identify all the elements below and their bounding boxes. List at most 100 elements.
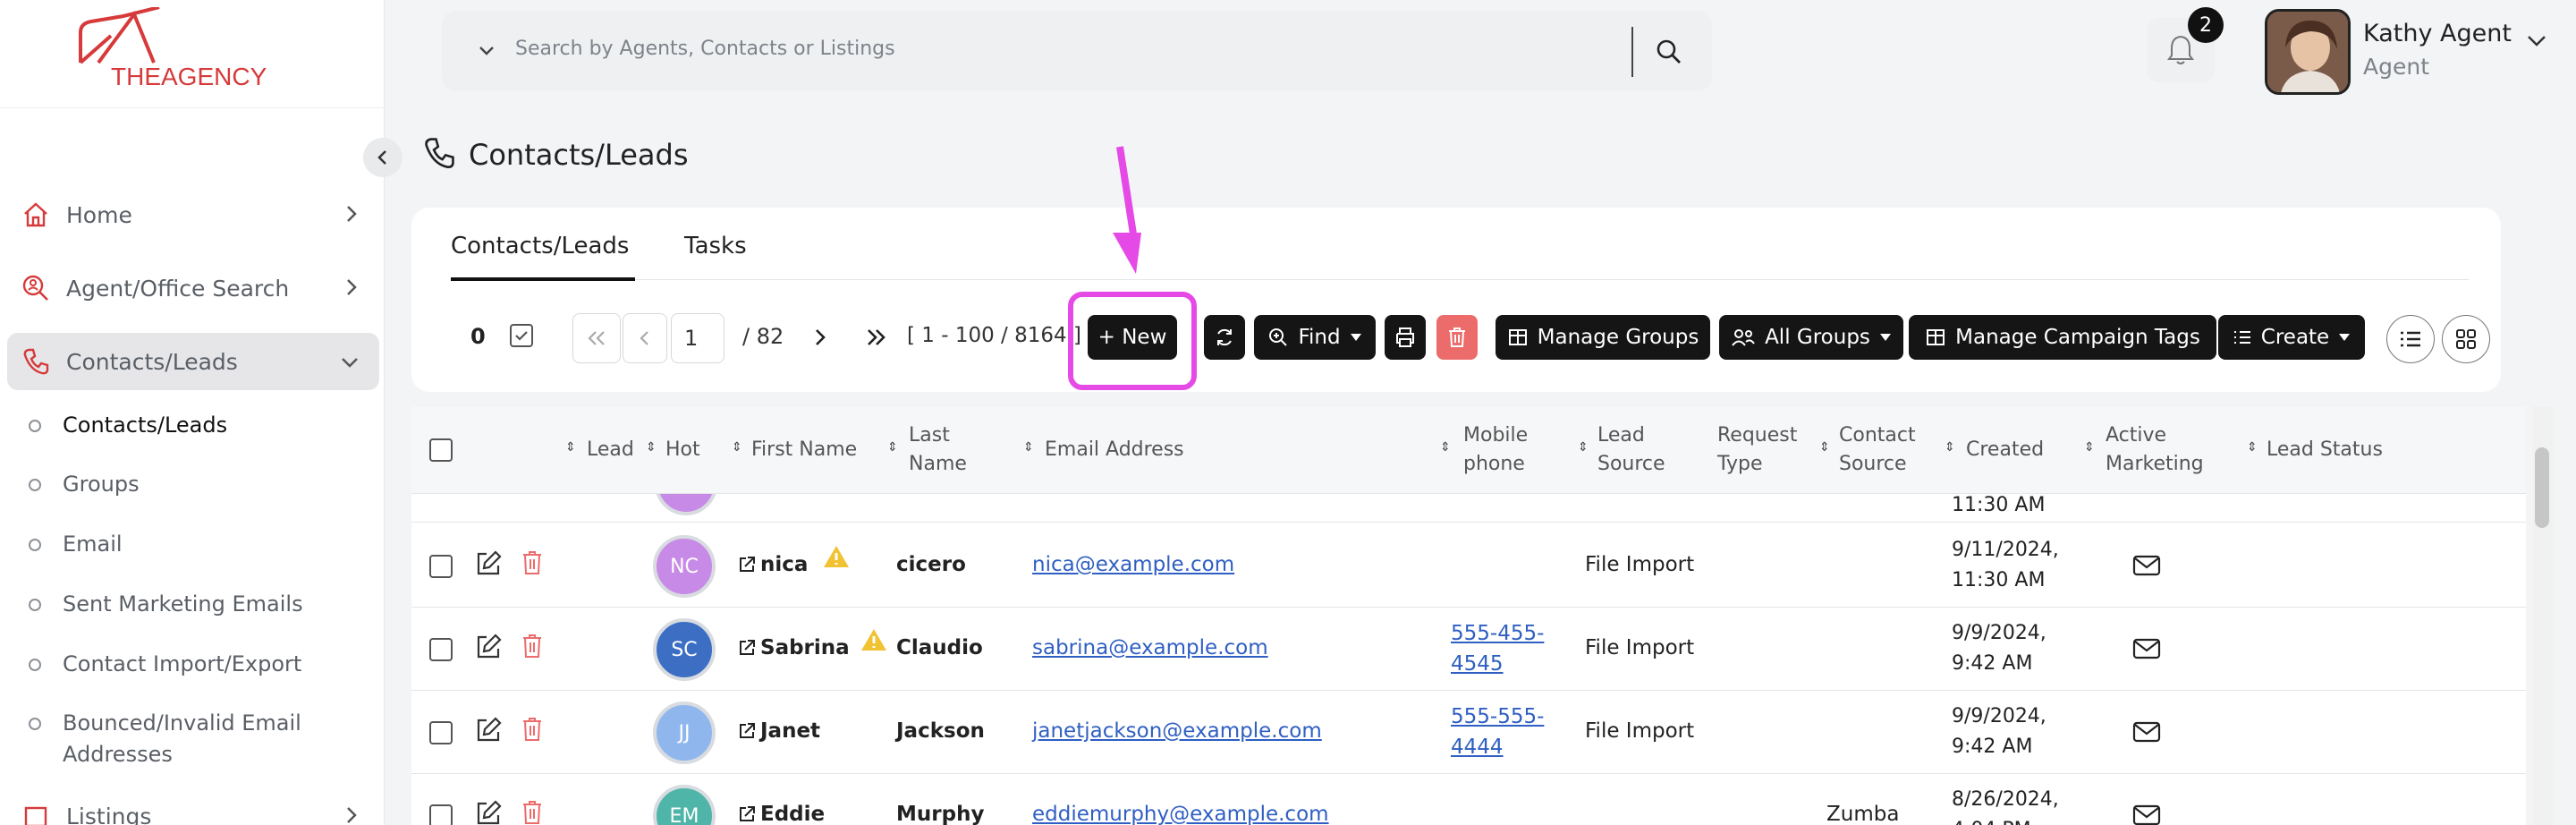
- last-page-icon[interactable]: [866, 327, 887, 347]
- envelope-icon[interactable]: [2132, 555, 2161, 576]
- column-lead-status[interactable]: Lead Status: [2267, 436, 2383, 464]
- contact-source-cell: Zumba: [1826, 803, 1900, 825]
- search-input[interactable]: Search by Agents, Contacts or Listings: [515, 38, 895, 60]
- edit-icon[interactable]: [474, 799, 503, 825]
- sort-icon[interactable]: ⇕: [565, 440, 576, 455]
- column-created[interactable]: Created: [1966, 436, 2044, 464]
- scrollbar-thumb[interactable]: [2535, 447, 2549, 528]
- table-row[interactable]: NC nica cicero nica@example.com File Imp…: [411, 524, 2526, 608]
- sort-icon[interactable]: ⇕: [1023, 440, 1034, 455]
- sidebar-item-listings[interactable]: Listings: [7, 787, 379, 825]
- subnav-contacts-leads[interactable]: Contacts/Leads: [29, 410, 227, 441]
- trash-icon[interactable]: [521, 633, 544, 659]
- phone-link[interactable]: 555-555- 4444: [1451, 702, 1544, 762]
- subnav-groups[interactable]: Groups: [29, 469, 140, 500]
- row-checkbox[interactable]: [429, 638, 453, 661]
- column-mobile-phone[interactable]: Mobile phone: [1463, 421, 1528, 479]
- envelope-icon[interactable]: [2132, 804, 2161, 825]
- trash-icon[interactable]: [521, 716, 544, 743]
- column-lead-source[interactable]: Lead Source: [1597, 421, 1665, 479]
- external-link-icon[interactable]: [737, 555, 757, 574]
- sort-icon[interactable]: ⇕: [646, 440, 657, 455]
- delete-button[interactable]: [1436, 315, 1478, 360]
- subnav-label: Groups: [63, 472, 140, 497]
- select-all-checkbox[interactable]: [429, 438, 453, 462]
- email-link[interactable]: sabrina@example.com: [1032, 633, 1268, 663]
- global-search[interactable]: Search by Agents, Contacts or Listings: [442, 11, 1712, 91]
- column-hot[interactable]: Hot: [665, 436, 700, 464]
- sort-icon[interactable]: ⇕: [2084, 440, 2095, 455]
- table-row[interactable]: 11:30 AM: [411, 494, 2526, 523]
- email-link[interactable]: janetjackson@example.com: [1032, 716, 1322, 746]
- all-groups-dropdown[interactable]: All Groups: [1719, 315, 1903, 360]
- column-email[interactable]: Email Address: [1045, 436, 1184, 464]
- external-link-icon[interactable]: [737, 721, 757, 741]
- phone-link[interactable]: 555-455- 4545: [1451, 618, 1544, 679]
- tab-tasks[interactable]: Tasks: [684, 233, 747, 259]
- column-active-marketing[interactable]: Active Marketing: [2106, 421, 2204, 479]
- search-icon[interactable]: [1655, 38, 1683, 66]
- column-last-name[interactable]: Last Name: [909, 421, 967, 479]
- sort-icon[interactable]: ⇕: [2247, 440, 2258, 455]
- subnav-sent-marketing-emails[interactable]: Sent Marketing Emails: [29, 589, 303, 620]
- page-number-input[interactable]: 1: [671, 313, 724, 363]
- agency-logo[interactable]: THEAGENCY: [72, 7, 286, 97]
- first-name-cell[interactable]: nica: [760, 549, 808, 580]
- table-row[interactable]: JJ Janet Jackson janetjackson@example.co…: [411, 691, 2526, 774]
- first-page-button[interactable]: [572, 313, 621, 363]
- first-name-cell[interactable]: Janet: [760, 716, 820, 746]
- sidebar-item-agent-office-search[interactable]: Agent/Office Search: [7, 259, 379, 317]
- divider: [451, 279, 2469, 280]
- external-link-icon[interactable]: [737, 804, 757, 824]
- table-row[interactable]: SC Sabrina Claudio sabrina@example.com 5…: [411, 608, 2526, 691]
- select-all-toggle[interactable]: [510, 324, 533, 347]
- sidebar-item-label: Home: [66, 201, 132, 228]
- sort-icon[interactable]: ⇕: [1578, 440, 1589, 455]
- email-link[interactable]: nica@example.com: [1032, 549, 1234, 580]
- external-link-icon[interactable]: [737, 638, 757, 658]
- sort-icon[interactable]: ⇕: [1819, 440, 1830, 455]
- envelope-icon[interactable]: [2132, 638, 2161, 659]
- envelope-icon[interactable]: [2132, 721, 2161, 743]
- sidebar-item-home[interactable]: Home: [7, 186, 379, 243]
- sort-icon[interactable]: ⇕: [1440, 440, 1451, 455]
- subnav-bounced-invalid-email[interactable]: Bounced/Invalid Email Addresses: [29, 708, 333, 770]
- sidebar-item-contacts-leads[interactable]: Contacts/Leads: [7, 333, 379, 390]
- column-lead[interactable]: Lead: [587, 436, 634, 464]
- manage-campaign-tags-button[interactable]: Manage Campaign Tags: [1909, 315, 2216, 360]
- next-page-icon[interactable]: [814, 327, 826, 347]
- first-name-cell[interactable]: Sabrina: [760, 633, 850, 663]
- subnav-email[interactable]: Email: [29, 529, 123, 560]
- edit-icon[interactable]: [474, 716, 503, 744]
- list-view-button[interactable]: [2386, 315, 2435, 363]
- find-dropdown-button[interactable]: Find: [1254, 315, 1376, 360]
- chevron-down-icon[interactable]: [2526, 34, 2547, 48]
- column-contact-source[interactable]: Contact Source: [1839, 421, 1916, 479]
- row-checkbox[interactable]: [429, 555, 453, 578]
- trash-icon[interactable]: [521, 549, 544, 576]
- table-row[interactable]: EM Eddie Murphy eddiemurphy@example.com …: [411, 774, 2526, 825]
- tab-contacts-leads[interactable]: Contacts/Leads: [451, 233, 629, 259]
- row-checkbox[interactable]: [429, 721, 453, 744]
- user-avatar[interactable]: [2265, 9, 2351, 95]
- column-first-name[interactable]: First Name: [751, 436, 857, 464]
- collapse-sidebar-button[interactable]: [363, 138, 402, 177]
- chevron-down-icon[interactable]: [478, 45, 496, 57]
- edit-icon[interactable]: [474, 633, 503, 661]
- subnav-contact-import-export[interactable]: Contact Import/Export: [29, 649, 301, 680]
- refresh-button[interactable]: [1204, 315, 1245, 360]
- sort-icon[interactable]: ⇕: [732, 440, 742, 455]
- sort-icon[interactable]: ⇕: [1945, 440, 1955, 455]
- create-dropdown-button[interactable]: Create: [2218, 315, 2365, 360]
- edit-icon[interactable]: [474, 549, 503, 578]
- column-request-type[interactable]: Request Type: [1717, 421, 1797, 479]
- prev-page-button[interactable]: [623, 313, 667, 363]
- row-checkbox[interactable]: [429, 804, 453, 825]
- sort-icon[interactable]: ⇕: [887, 440, 898, 455]
- grid-view-button[interactable]: [2442, 315, 2490, 363]
- trash-icon[interactable]: [521, 799, 544, 825]
- manage-groups-button[interactable]: Manage Groups: [1496, 315, 1710, 360]
- email-link[interactable]: eddiemurphy@example.com: [1032, 799, 1329, 825]
- print-button[interactable]: [1385, 315, 1426, 360]
- first-name-cell[interactable]: Eddie: [760, 799, 825, 825]
